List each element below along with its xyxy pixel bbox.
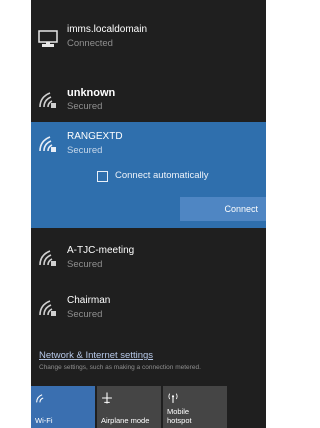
tile-label-line1: Mobile xyxy=(167,407,190,416)
network-status: Secured xyxy=(67,309,103,320)
network-name: imms.localdomain xyxy=(67,24,148,35)
mobile-hotspot-tile[interactable]: Mobile hotspot xyxy=(163,386,227,428)
network-settings-hint: Change settings, such as making a connec… xyxy=(39,364,201,371)
wifi-icon xyxy=(39,300,56,316)
network-status: Secured xyxy=(67,101,103,112)
network-status: Secured xyxy=(67,145,103,156)
network-name: A-TJC-meeting xyxy=(67,245,135,256)
connect-automatically-checkbox[interactable] xyxy=(97,171,108,182)
ethernet-icon xyxy=(38,30,58,47)
network-flyout: imms.localdomain Connected unknown Secur… xyxy=(31,0,266,428)
airplane-icon xyxy=(102,392,112,404)
connect-button[interactable]: Connect xyxy=(180,197,266,221)
network-status: Connected xyxy=(67,38,113,49)
network-item-imms[interactable]: imms.localdomain Connected xyxy=(31,0,266,58)
network-settings-link[interactable]: Network & Internet settings xyxy=(39,350,153,361)
airplane-mode-tile[interactable]: Airplane mode xyxy=(97,386,161,428)
network-item-chairman[interactable]: Chairman Secured xyxy=(31,286,266,326)
tile-label: Airplane mode xyxy=(101,416,150,425)
network-name: RANGEXTD xyxy=(67,131,123,142)
network-name: Chairman xyxy=(67,295,111,306)
network-status: Secured xyxy=(67,259,103,270)
network-name: unknown xyxy=(67,87,116,99)
tile-label: Wi-Fi xyxy=(35,416,53,425)
network-item-unknown[interactable]: unknown Secured xyxy=(31,78,266,118)
wifi-icon xyxy=(39,136,56,152)
wifi-icon xyxy=(39,250,56,266)
tile-label-line2: hotspot xyxy=(167,416,192,425)
wifi-icon xyxy=(36,394,44,403)
wifi-toggle-tile[interactable]: Wi-Fi xyxy=(31,386,95,428)
network-item-atjc-meeting[interactable]: A-TJC-meeting Secured xyxy=(31,236,266,276)
connect-automatically-label: Connect automatically xyxy=(115,170,209,181)
hotspot-icon xyxy=(168,393,178,403)
wifi-icon xyxy=(39,92,56,108)
